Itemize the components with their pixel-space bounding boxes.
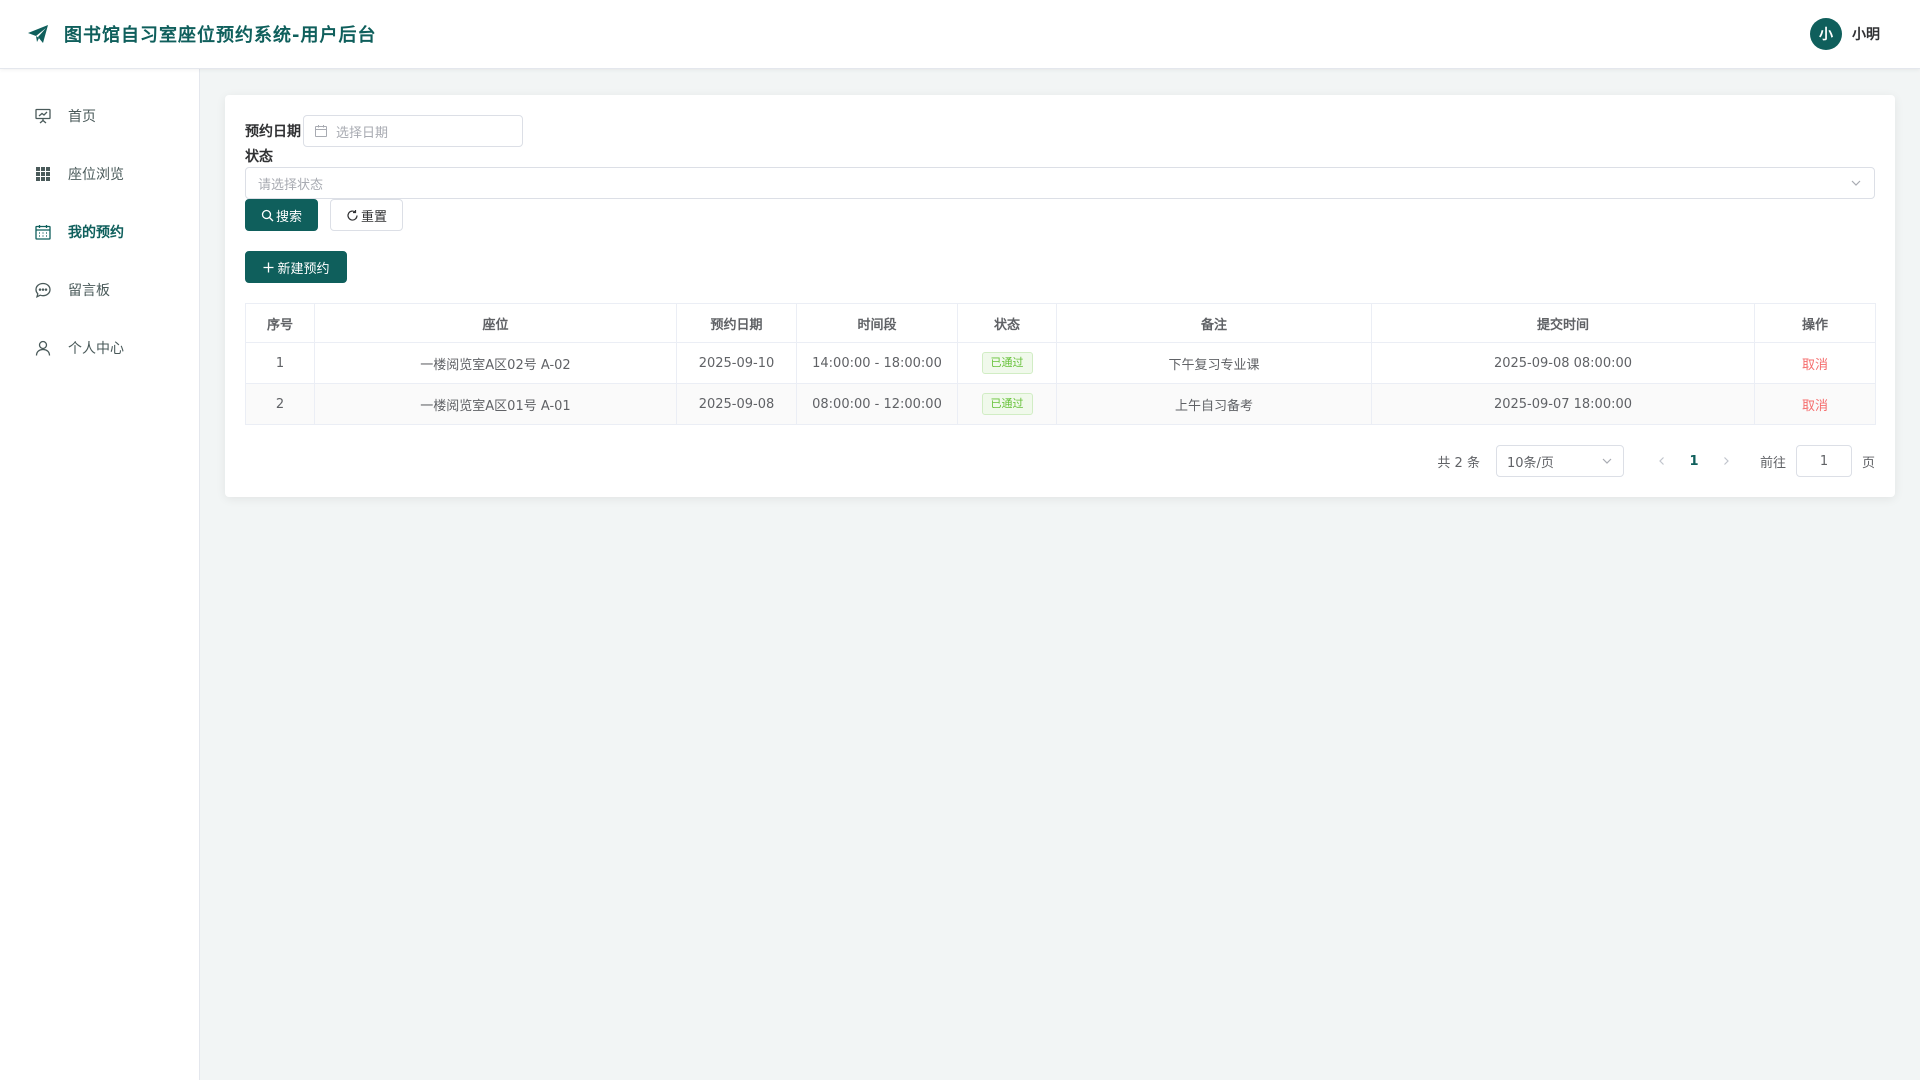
calendar-icon (314, 124, 328, 138)
presentation-icon (34, 107, 52, 125)
status-badge: 已通过 (981, 393, 1033, 415)
cell-submitted: 2025-09-07 18:00:00 (1371, 383, 1755, 425)
next-page-button[interactable] (1710, 445, 1742, 477)
date-filter-label: 预约日期 (245, 124, 301, 140)
column-header: 预约日期 (676, 303, 797, 343)
sidebar-item-label: 留言板 (68, 283, 110, 299)
new-reservation-button[interactable]: 新建预约 (245, 251, 347, 283)
goto-suffix: 页 (1861, 455, 1875, 471)
sidebar-item-home[interactable]: 首页 (0, 87, 199, 145)
column-header: 提交时间 (1371, 303, 1755, 343)
paper-plane-icon (26, 22, 50, 46)
sidebar-item-profile[interactable]: 个人中心 (0, 319, 199, 377)
status-badge: 已通过 (981, 352, 1033, 374)
sidebar-item-label: 个人中心 (68, 341, 124, 357)
cell-status: 已通过 (957, 383, 1057, 425)
column-header: 时间段 (796, 303, 958, 343)
search-button-label: 搜索 (276, 209, 303, 225)
cell-note: 上午自习备考 (1056, 383, 1372, 425)
chevron-right-icon (1724, 457, 1729, 465)
sidebar-item-label: 首页 (68, 109, 96, 125)
cell-action: 取消 (1754, 342, 1876, 384)
cancel-link[interactable]: 取消 (1802, 358, 1828, 373)
date-picker-input[interactable]: 选择日期 (303, 115, 523, 147)
goto-page-input[interactable]: 1 (1795, 445, 1852, 477)
sidebar-item-message-board[interactable]: 留言板 (0, 261, 199, 319)
cell-note: 下午复习专业课 (1056, 342, 1372, 384)
sidebar: 首页 座位浏览 我的预约 留言板 个人中心 (0, 69, 200, 1080)
refresh-icon (346, 209, 359, 222)
status-filter-label: 状态 (245, 149, 273, 165)
cell-seat: 一楼阅览室A区01号 A-01 (314, 383, 677, 425)
chat-bubble-icon (34, 281, 52, 299)
cell-time: 14:00:00 - 18:00:00 (796, 342, 958, 384)
reset-button-label: 重置 (361, 209, 388, 225)
cell-date: 2025-09-08 (676, 383, 797, 425)
table-row: 1 一楼阅览室A区02号 A-02 2025-09-10 14:00:00 - … (245, 342, 1876, 384)
plus-icon (262, 261, 275, 274)
grid-icon (34, 165, 52, 183)
column-header: 操作 (1754, 303, 1876, 343)
status-select[interactable]: 请选择状态 (245, 167, 1875, 199)
cell-time: 08:00:00 - 12:00:00 (796, 383, 958, 425)
cell-submitted: 2025-09-08 08:00:00 (1371, 342, 1755, 384)
reservation-table: 序号 座位 预约日期 时间段 状态 备注 提交时间 操作 1 一楼阅览室A区02… (245, 303, 1876, 425)
avatar[interactable]: 小 (1810, 18, 1842, 50)
reservation-card: 预约日期 选择日期 状态 请选择状态 搜索 重置 新建预约 序号 座位 预约日期… (225, 95, 1895, 497)
page-size-value: 10条/页 (1506, 455, 1554, 471)
username[interactable]: 小明 (1852, 24, 1880, 44)
sidebar-item-my-reservations[interactable]: 我的预约 (0, 203, 199, 261)
sidebar-item-label: 座位浏览 (68, 167, 124, 183)
cell-date: 2025-09-10 (676, 342, 797, 384)
column-header: 状态 (957, 303, 1057, 343)
goto-label: 前往 (1759, 455, 1786, 471)
table-row: 2 一楼阅览室A区01号 A-01 2025-09-08 08:00:00 - … (245, 383, 1876, 425)
chevron-down-icon (1850, 177, 1862, 189)
cell-index: 2 (245, 383, 315, 425)
chevron-left-icon (1659, 457, 1664, 465)
column-header: 座位 (314, 303, 677, 343)
top-header: 图书馆自习室座位预约系统-用户后台 小 小明 (0, 0, 1920, 69)
sidebar-item-seat-browse[interactable]: 座位浏览 (0, 145, 199, 203)
page-number-current[interactable]: 1 (1678, 445, 1710, 477)
search-button[interactable]: 搜索 (245, 199, 319, 231)
column-header: 备注 (1056, 303, 1372, 343)
column-header: 序号 (245, 303, 315, 343)
pagination: 共 2 条 10条/页 1 前往 1 页 (245, 445, 1875, 477)
status-select-placeholder: 请选择状态 (258, 177, 324, 193)
pagination-total: 共 2 条 (1437, 455, 1480, 471)
app-title: 图书馆自习室座位预约系统-用户后台 (64, 25, 377, 46)
cell-action: 取消 (1754, 383, 1876, 425)
calendar-icon (34, 223, 52, 241)
cell-index: 1 (245, 342, 315, 384)
cell-seat: 一楼阅览室A区02号 A-02 (314, 342, 677, 384)
cancel-link[interactable]: 取消 (1802, 399, 1828, 414)
brand: 图书馆自习室座位预约系统-用户后台 (26, 21, 376, 47)
filter-button-row: 搜索 重置 (245, 199, 1875, 231)
prev-page-button[interactable] (1646, 445, 1678, 477)
sidebar-item-label: 我的预约 (68, 225, 124, 241)
page-size-select[interactable]: 10条/页 (1495, 445, 1624, 477)
date-filter-row: 预约日期 选择日期 (245, 115, 1875, 147)
user-menu[interactable]: 小 小明 (1810, 18, 1880, 50)
cell-status: 已通过 (957, 342, 1057, 384)
new-reservation-label: 新建预约 (277, 261, 330, 277)
search-icon (261, 209, 274, 222)
table-header-row: 序号 座位 预约日期 时间段 状态 备注 提交时间 操作 (245, 303, 1876, 343)
reset-button[interactable]: 重置 (330, 199, 404, 231)
user-icon (34, 339, 52, 357)
date-picker-placeholder: 选择日期 (336, 125, 389, 141)
chevron-down-icon (1601, 455, 1613, 467)
